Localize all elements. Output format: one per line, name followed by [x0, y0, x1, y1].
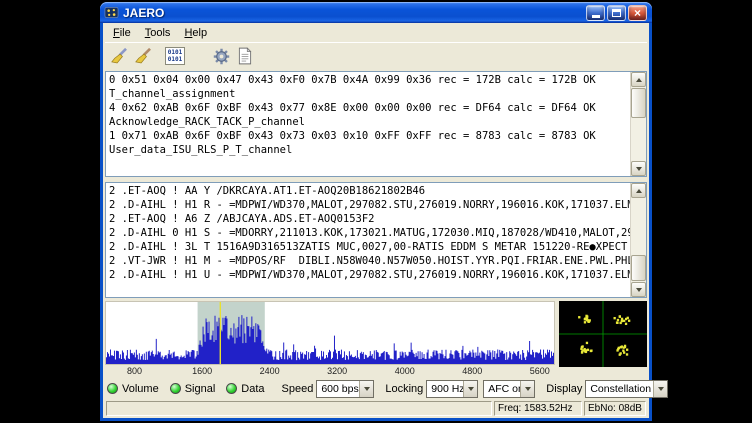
- log-line: 4 0x62 0xAB 0x6F 0xBF 0x43 0x77 0x8E 0x0…: [109, 101, 630, 115]
- binary-icon: 0101 0101: [165, 47, 185, 65]
- window-title: JAERO: [123, 6, 586, 20]
- binary-row: 0101: [168, 49, 182, 56]
- log-line: 2 .D-AIHL 0 H1 S - =MDORRY,211013.KOK,17…: [109, 226, 630, 240]
- log-line: 2 .D-AIHL ! H1 R - =MDPWI/WD370,MALOT,29…: [109, 198, 630, 212]
- window-frame: FileToolsHelp 0101 0101: [100, 23, 652, 421]
- jaero-window: JAERO × FileToolsHelp: [100, 2, 652, 421]
- clear-top-button[interactable]: [107, 44, 131, 68]
- scroll-down-icon[interactable]: [631, 282, 646, 297]
- maximize-button[interactable]: [607, 5, 626, 21]
- spectrum-display[interactable]: [105, 301, 555, 365]
- chevron-down-icon: [653, 381, 667, 397]
- toolbar: 0101 0101: [105, 42, 647, 69]
- afc-value: AFC on: [484, 383, 520, 395]
- locking-label: Locking: [385, 383, 423, 395]
- menu-item-help[interactable]: Help: [177, 25, 214, 41]
- menu-item-tools[interactable]: Tools: [138, 25, 178, 41]
- chevron-down-icon: [520, 381, 534, 397]
- volume-label: Volume: [122, 383, 159, 395]
- data-led-icon: [226, 383, 237, 394]
- settings-button[interactable]: [209, 44, 233, 68]
- chevron-down-icon: [359, 381, 373, 397]
- axis-tick-label: 1600: [192, 366, 212, 376]
- speed-value: 600 bps: [317, 383, 359, 395]
- log-line: 2 .D-AIHL ! 3L T 1516A9D316513ZATIS MUC,…: [109, 240, 630, 254]
- menu-item-file[interactable]: File: [106, 25, 138, 41]
- decode-log[interactable]: 0 0x51 0x04 0x00 0x47 0x43 0xF0 0x7B 0x4…: [105, 71, 647, 177]
- log-file-button[interactable]: [233, 44, 257, 68]
- afc-select[interactable]: AFC on: [483, 380, 535, 398]
- signal-indicator: Signal: [170, 383, 216, 395]
- speed-label: Speed: [282, 383, 314, 395]
- speed-select[interactable]: 600 bps: [316, 380, 374, 398]
- message-log-scrollbar[interactable]: [630, 183, 646, 297]
- binary-log-button[interactable]: 0101 0101: [163, 44, 187, 68]
- scroll-up-icon[interactable]: [631, 72, 646, 87]
- data-label: Data: [241, 383, 264, 395]
- app-icon: [104, 5, 119, 20]
- axis-tick-label: 5600: [530, 366, 550, 376]
- axis-tick-label: 800: [127, 366, 142, 376]
- gear-icon: [212, 47, 231, 66]
- clear-bottom-button[interactable]: [131, 44, 155, 68]
- broom-icon: [134, 47, 153, 66]
- log-line: 2 .ET-AOQ ! AA Y /DKRCAYA.AT1.ET-AOQ20B1…: [109, 184, 630, 198]
- minimize-button[interactable]: [586, 5, 605, 21]
- locking-select[interactable]: 900 Hz: [426, 380, 478, 398]
- log-line: T_channel_assignment: [109, 87, 630, 101]
- maximize-icon: [612, 9, 621, 17]
- message-log[interactable]: 2 .ET-AOQ ! AA Y /DKRCAYA.AT1.ET-AOQ20B1…: [105, 182, 647, 298]
- controls-row: Volume Signal Data Speed 600 bps Locking…: [105, 378, 647, 399]
- log-line: 0 0x51 0x04 0x00 0x47 0x43 0xF0 0x7B 0x4…: [109, 73, 630, 87]
- log-line: 2 .D-AIHL ! H1 U - =MDPWI/WD370,MALOT,29…: [109, 268, 630, 282]
- display-select[interactable]: Constellation: [585, 380, 668, 398]
- axis-tick-label: 4800: [462, 366, 482, 376]
- display-value: Constellation: [586, 383, 653, 395]
- spectrum-axis: 800 1600 2400 3200 4000 4800 5600: [105, 365, 555, 378]
- close-button[interactable]: ×: [628, 5, 647, 21]
- data-indicator: Data: [226, 383, 264, 395]
- scroll-up-icon[interactable]: [631, 183, 646, 198]
- constellation-display: [559, 301, 647, 367]
- decode-log-scrollbar[interactable]: [630, 72, 646, 176]
- scrollbar-thumb[interactable]: [631, 255, 646, 281]
- scrollbar-thumb[interactable]: [631, 88, 646, 118]
- chevron-down-icon: [463, 381, 477, 397]
- log-line: Acknowledge_RACK_TACK_P_channel: [109, 115, 630, 129]
- broom-icon: [110, 47, 129, 66]
- axis-tick-label: 3200: [327, 366, 347, 376]
- frequency-status: Freq: 1583.52Hz: [494, 401, 582, 416]
- display-label: Display: [546, 383, 582, 395]
- locking-value: 900 Hz: [427, 383, 463, 395]
- visualization-row: 800 1600 2400 3200 4000 4800 5600: [105, 301, 647, 378]
- minimize-icon: [592, 15, 600, 18]
- signal-led-icon: [170, 383, 181, 394]
- menu-bar: FileToolsHelp: [105, 24, 647, 42]
- axis-tick-label: 4000: [395, 366, 415, 376]
- signal-label: Signal: [185, 383, 216, 395]
- log-line: 2 .ET-AOQ ! A6 Z /ABJCAYA.ADS.ET-AOQ0153…: [109, 212, 630, 226]
- document-icon: [236, 47, 254, 65]
- scroll-down-icon[interactable]: [631, 161, 646, 176]
- close-icon: ×: [634, 7, 641, 19]
- log-line: 2 .VT-JWR ! H1 M - =MDPOS/RF DIBLI.N58W0…: [109, 254, 630, 268]
- status-bar: Freq: 1583.52Hz EbNo: 08dB: [105, 399, 647, 418]
- status-spacer: [106, 401, 492, 416]
- ebno-status: EbNo: 08dB: [584, 401, 646, 416]
- axis-tick-label: 2400: [260, 366, 280, 376]
- log-line: User_data_ISU_RLS_P_T_channel: [109, 143, 630, 157]
- title-bar[interactable]: JAERO ×: [100, 2, 652, 23]
- log-line: 1 0x71 0xAB 0x6F 0xBF 0x43 0x73 0x03 0x1…: [109, 129, 630, 143]
- volume-indicator: Volume: [107, 383, 159, 395]
- volume-led-icon: [107, 383, 118, 394]
- binary-row: 0101: [168, 56, 182, 63]
